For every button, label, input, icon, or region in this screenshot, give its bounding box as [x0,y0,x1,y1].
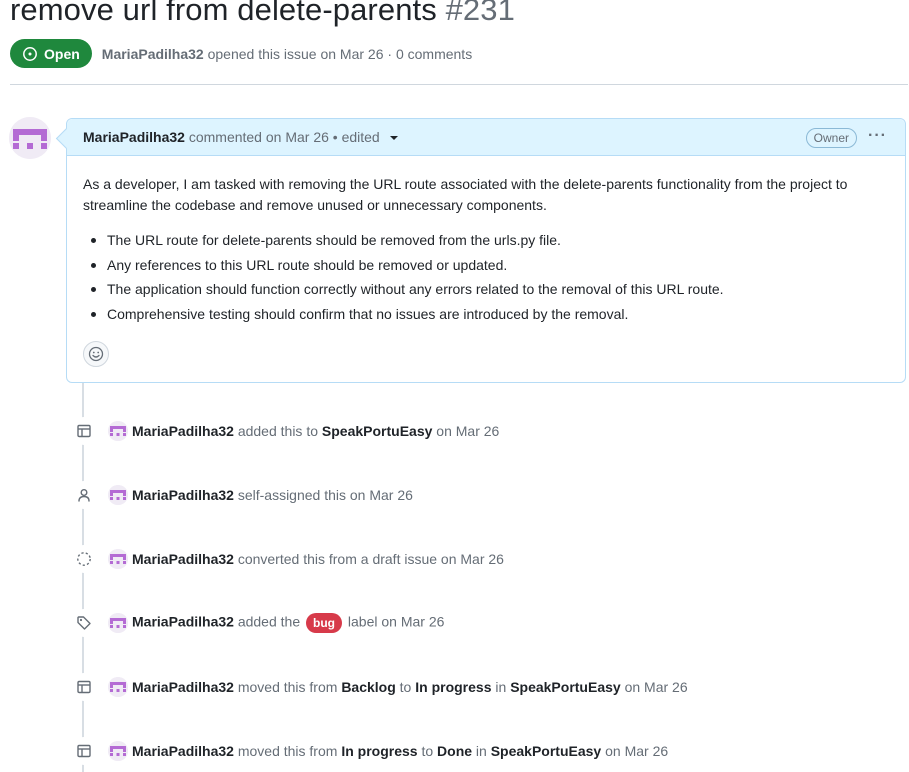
issue-meta: Open MariaPadilha32 opened this issue on… [10,39,472,68]
event-text: MariaPadilha32 moved this from In progre… [132,743,668,759]
timeline-event: MariaPadilha32 added this to SpeakPortuE… [70,417,499,445]
project-link[interactable]: SpeakPortuEasy [491,743,602,759]
project-link[interactable]: SpeakPortuEasy [510,679,621,695]
event-fragment: on Mar 26 [605,743,669,759]
avatar[interactable] [108,677,128,697]
add-reaction-button[interactable] [83,341,109,367]
avatar[interactable] [108,741,128,761]
event-text: MariaPadilha32 self-assigned this on Mar… [132,487,413,503]
column-to: Done [437,743,473,759]
comment-author-avatar[interactable] [9,117,51,159]
draft-circle-icon [70,545,98,573]
event-fragment: in [475,743,487,759]
owner-badge: Owner [805,128,857,148]
project-table-icon [70,417,98,445]
event-fragment: self-assigned this on Mar 26 [237,487,413,503]
event-fragment: moved this from [237,679,338,695]
comment-author-link[interactable]: MariaPadilha32 [83,129,185,145]
header-divider [10,84,908,85]
event-text: MariaPadilha32 added the bug label on Ma… [132,613,444,633]
list-item: The URL route for delete-parents should … [91,230,889,251]
column-from: Backlog [341,679,396,695]
issue-author-link[interactable]: MariaPadilha32 [102,46,204,62]
event-fragment: moved this from [237,743,338,759]
event-fragment: to [399,679,412,695]
issue-meta-rest: opened this issue on Mar 26 · 0 comments [207,45,473,62]
issue-number: #231 [445,0,515,27]
event-text: MariaPadilha32 converted this from a dra… [132,551,504,567]
avatar[interactable] [108,485,128,505]
actor-link[interactable]: MariaPadilha32 [132,679,234,695]
actor-link[interactable]: MariaPadilha32 [132,551,234,567]
actor-link[interactable]: MariaPadilha32 [132,743,234,759]
bug-label[interactable]: bug [306,613,343,633]
project-link[interactable]: SpeakPortuEasy [322,423,433,439]
actor-link[interactable]: MariaPadilha32 [132,487,234,503]
column-from: In progress [341,743,418,759]
person-icon [70,481,98,509]
open-state-label: Open [44,45,80,62]
timeline-event: MariaPadilha32 moved this from In progre… [70,737,668,765]
issue-open-icon [23,46,37,61]
issue-title-text: remove url from delete-parents [10,0,437,27]
comment-header: MariaPadilha32 commented on Mar 26 • edi… [67,119,905,156]
event-fragment: added the [237,613,301,630]
event-fragment: in [495,679,507,695]
kebab-menu-icon[interactable]: ··· [868,127,887,145]
timeline-event: MariaPadilha32 moved this from Backlog t… [70,673,688,701]
actor-link[interactable]: MariaPadilha32 [132,423,234,439]
comment-meta-text[interactable]: commented on Mar 26 • edited [189,129,380,145]
timeline-event: MariaPadilha32 self-assigned this on Mar… [70,481,413,509]
event-fragment: on Mar 26 [624,679,688,695]
comment-bullet-list: The URL route for delete-parents should … [83,230,889,325]
issue-meta-text: MariaPadilha32 opened this issue on Mar … [102,46,472,62]
event-fragment: to [421,743,434,759]
identicon-avatar [9,117,51,159]
smiley-icon [88,346,104,362]
list-item: Any references to this URL route should … [91,255,889,276]
project-table-icon [70,673,98,701]
comment-body: As a developer, I am tasked with removin… [67,156,905,325]
issue-comment: MariaPadilha32 commented on Mar 26 • edi… [66,118,906,383]
comment-paragraph: As a developer, I am tasked with removin… [83,176,848,213]
event-fragment: converted this from a draft issue on Mar… [237,551,504,567]
event-fragment: on Mar 26 [436,423,500,439]
tag-icon [70,609,98,637]
list-item: The application should function correctl… [91,279,889,300]
timeline-event: MariaPadilha32 added the bug label on Ma… [70,609,444,637]
event-fragment: label on Mar 26 [347,613,445,630]
comment-meta: MariaPadilha32 commented on Mar 26 • edi… [83,129,398,145]
column-to: In progress [415,679,492,695]
avatar[interactable] [108,613,128,633]
avatar[interactable] [108,549,128,569]
event-fragment: added this to [237,423,318,439]
open-state-badge: Open [10,39,92,68]
actor-link[interactable]: MariaPadilha32 [132,614,234,630]
timeline-event: MariaPadilha32 converted this from a dra… [70,545,504,573]
list-item: Comprehensive testing should confirm tha… [91,304,889,325]
event-text: MariaPadilha32 added this to SpeakPortuE… [132,423,499,439]
event-text: MariaPadilha32 moved this from Backlog t… [132,679,688,695]
avatar[interactable] [108,421,128,441]
chevron-down-icon[interactable] [389,136,398,141]
issue-title: remove url from delete-parents #231 [10,0,515,28]
project-table-icon [70,737,98,765]
